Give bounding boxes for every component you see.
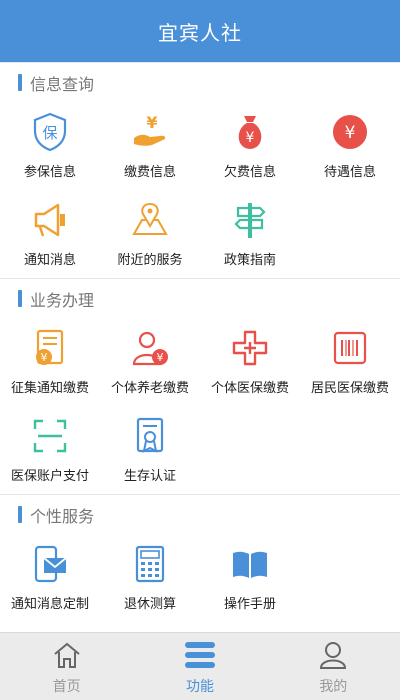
- tab-home[interactable]: 首页: [0, 633, 133, 700]
- section-business: 业务办理 ¥ 征集通知缴费 ¥ 个体养老缴费 个体医保缴费 居民医保缴费 医保账…: [0, 278, 400, 494]
- item-label: 生存认证: [123, 469, 176, 484]
- menu-item-levy-notice-payment[interactable]: ¥ 征集通知缴费: [0, 318, 100, 406]
- item-label: 个体养老缴费: [110, 381, 189, 396]
- menu-item-insurance-info[interactable]: 保 参保信息: [0, 102, 100, 190]
- menu-item-user-manual[interactable]: 操作手册: [200, 534, 300, 622]
- tab-label: 首页: [52, 678, 81, 695]
- main-content: 信息查询 保 参保信息 ¥ 缴费信息 ¥ 欠费信息 ¥ 待遇信息 通知消息 附近…: [0, 62, 400, 632]
- medical-cross-icon: [230, 328, 270, 368]
- section-title-text: 信息查询: [30, 74, 95, 94]
- scan-frame-icon: [30, 416, 70, 456]
- menu-item-notification-custom[interactable]: 通知消息定制: [0, 534, 100, 622]
- book-icon: [230, 544, 270, 584]
- calculator-icon: [130, 544, 170, 584]
- item-label: 缴费信息: [123, 165, 176, 180]
- item-label: 待遇信息: [323, 165, 376, 180]
- item-label: 退休测算: [123, 597, 176, 612]
- menu-item-resident-medical-payment[interactable]: 居民医保缴费: [300, 318, 400, 406]
- tab-functions[interactable]: 功能: [133, 633, 266, 700]
- certificate-icon: [130, 416, 170, 456]
- svg-text:¥: ¥: [41, 351, 48, 364]
- item-label: 欠费信息: [223, 165, 276, 180]
- tab-mine[interactable]: 我的: [267, 633, 400, 700]
- home-icon: [50, 638, 84, 672]
- menu-item-benefits-info[interactable]: ¥ 待遇信息: [300, 102, 400, 190]
- item-label: 居民医保缴费: [310, 381, 389, 396]
- money-bag-icon: ¥: [230, 112, 270, 152]
- menu-item-policy-guide[interactable]: 政策指南: [200, 190, 300, 278]
- menu-item-survival-auth[interactable]: 生存认证: [100, 406, 200, 494]
- person-yen-icon: ¥: [130, 328, 170, 368]
- item-label: 通知消息: [23, 253, 76, 268]
- menu-item-retirement-calc[interactable]: 退休测算: [100, 534, 200, 622]
- app-header: 宜宾人社: [0, 0, 400, 62]
- menu-item-notifications[interactable]: 通知消息: [0, 190, 100, 278]
- menu-item-medical-payment[interactable]: 个体医保缴费: [200, 318, 300, 406]
- section-marker: [18, 74, 22, 91]
- section-title-text: 业务办理: [30, 290, 95, 310]
- section-title: 信息查询: [0, 62, 400, 102]
- map-pin-icon: [130, 200, 170, 240]
- item-label: 附近的服务: [117, 253, 183, 268]
- menu-list-icon: [183, 638, 217, 672]
- svg-text:¥: ¥: [157, 351, 164, 364]
- svg-text:保: 保: [42, 124, 57, 142]
- menu-item-arrears-info[interactable]: ¥ 欠费信息: [200, 102, 300, 190]
- shield-bao-icon: 保: [30, 112, 70, 152]
- item-label: 操作手册: [223, 597, 276, 612]
- tab-label: 我的: [319, 678, 348, 695]
- section-marker: [18, 290, 22, 307]
- invoice-yen-icon: ¥: [30, 328, 70, 368]
- item-label: 个体医保缴费: [210, 381, 289, 396]
- section-marker: [18, 506, 22, 523]
- yen-circle-icon: ¥: [330, 112, 370, 152]
- item-label: 征集通知缴费: [10, 381, 89, 396]
- hand-yen-icon: ¥: [130, 112, 170, 152]
- menu-item-medical-account-pay[interactable]: 医保账户支付: [0, 406, 100, 494]
- tab-label: 功能: [185, 678, 214, 695]
- item-label: 通知消息定制: [10, 597, 89, 612]
- item-label: 医保账户支付: [10, 469, 89, 484]
- svg-text:¥: ¥: [146, 113, 157, 132]
- menu-item-payment-info[interactable]: ¥ 缴费信息: [100, 102, 200, 190]
- section-info-query: 信息查询 保 参保信息 ¥ 缴费信息 ¥ 欠费信息 ¥ 待遇信息 通知消息 附近…: [0, 62, 400, 278]
- section-personal-services: 个性服务 通知消息定制 退休测算 操作手册: [0, 494, 400, 622]
- phone-mail-icon: [30, 544, 70, 584]
- svg-text:¥: ¥: [345, 123, 356, 143]
- megaphone-icon: [30, 200, 70, 240]
- signpost-icon: [230, 200, 270, 240]
- barcode-card-icon: [330, 328, 370, 368]
- section-title-text: 个性服务: [30, 506, 95, 526]
- page-title: 宜宾人社: [158, 20, 242, 45]
- section-title: 业务办理: [0, 278, 400, 318]
- bottom-tab-bar: 首页 功能 我的: [0, 632, 400, 700]
- section-title: 个性服务: [0, 494, 400, 534]
- user-icon: [316, 638, 350, 672]
- item-label: 政策指南: [223, 253, 276, 268]
- menu-item-pension-payment[interactable]: ¥ 个体养老缴费: [100, 318, 200, 406]
- menu-item-nearby-services[interactable]: 附近的服务: [100, 190, 200, 278]
- svg-text:¥: ¥: [246, 130, 255, 146]
- item-label: 参保信息: [23, 165, 76, 180]
